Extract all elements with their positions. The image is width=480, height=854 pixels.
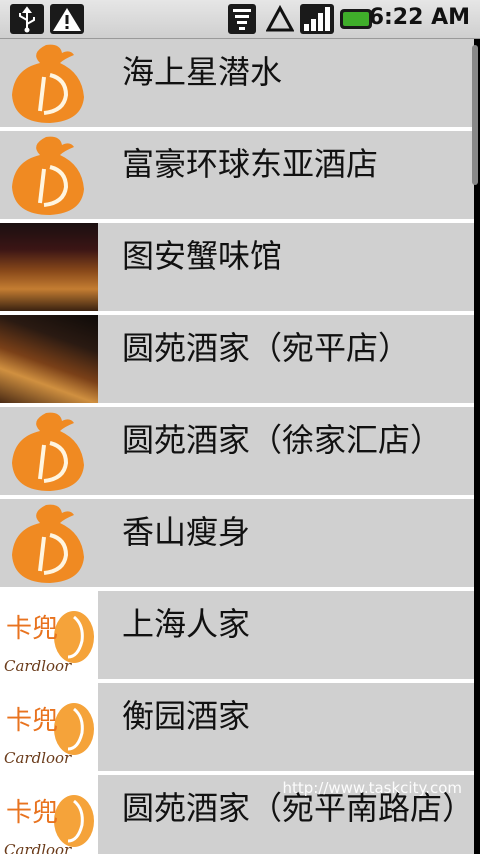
list-item-title: 衡园酒家 (122, 697, 251, 735)
d-logo-thumbnail (0, 499, 98, 587)
list-item[interactable]: 圆苑酒家（宛平店） (0, 315, 474, 403)
data-roaming-icon (266, 4, 294, 32)
signal-icon (300, 4, 334, 34)
svg-text:卡兜: 卡兜 (6, 798, 58, 828)
list-item-title: 香山瘦身 (122, 513, 251, 551)
restaurant-photo-thumbnail (0, 315, 98, 403)
list-item-title: 图安蟹味馆 (122, 237, 283, 275)
cardloor-logo-thumbnail: 卡兜 Cardloor (0, 775, 98, 854)
svg-text:Cardloor: Cardloor (4, 841, 72, 854)
restaurant-list[interactable]: 海上星潜水 富豪环球东亚酒店 图安蟹味馆 圆苑酒家（宛平店） 圆苑酒家（徐家汇店… (0, 39, 480, 854)
watermark: http://www.taskcity.com (282, 779, 462, 797)
status-bar: 6:22 AM (0, 0, 480, 39)
d-logo-thumbnail (0, 131, 98, 219)
list-item[interactable]: 海上星潜水 (0, 39, 474, 127)
list-item[interactable]: 卡兜 Cardloor 衡园酒家 (0, 683, 474, 771)
list-item[interactable]: 富豪环球东亚酒店 (0, 131, 474, 219)
list-item[interactable]: 香山瘦身 (0, 499, 474, 587)
svg-text:卡兜: 卡兜 (6, 706, 58, 736)
scrollbar-thumb[interactable] (472, 45, 478, 185)
list-item-title: 富豪环球东亚酒店 (122, 145, 379, 183)
d-logo-thumbnail (0, 39, 98, 127)
d-logo-thumbnail (0, 407, 98, 495)
cardloor-logo-thumbnail: 卡兜 Cardloor (0, 591, 98, 679)
list-item-title: 海上星潜水 (122, 53, 283, 91)
list-item-title: 圆苑酒家（宛平店） (122, 329, 411, 367)
clock: 6:22 AM (368, 5, 470, 30)
svg-text:Cardloor: Cardloor (4, 749, 72, 767)
cardloor-logo-thumbnail: 卡兜 Cardloor (0, 683, 98, 771)
svg-text:卡兜: 卡兜 (6, 614, 58, 644)
list-item[interactable]: 图安蟹味馆 (0, 223, 474, 311)
warning-icon (50, 4, 84, 34)
list-item[interactable]: 卡兜 Cardloor 上海人家 (0, 591, 474, 679)
list-item-title: 圆苑酒家（徐家汇店） (122, 421, 443, 459)
list-item[interactable]: 圆苑酒家（徐家汇店） (0, 407, 474, 495)
wifi-icon (228, 4, 256, 34)
list-item-title: 上海人家 (122, 605, 251, 643)
usb-icon (10, 4, 44, 34)
svg-text:Cardloor: Cardloor (4, 657, 72, 675)
restaurant-photo-thumbnail (0, 223, 98, 311)
